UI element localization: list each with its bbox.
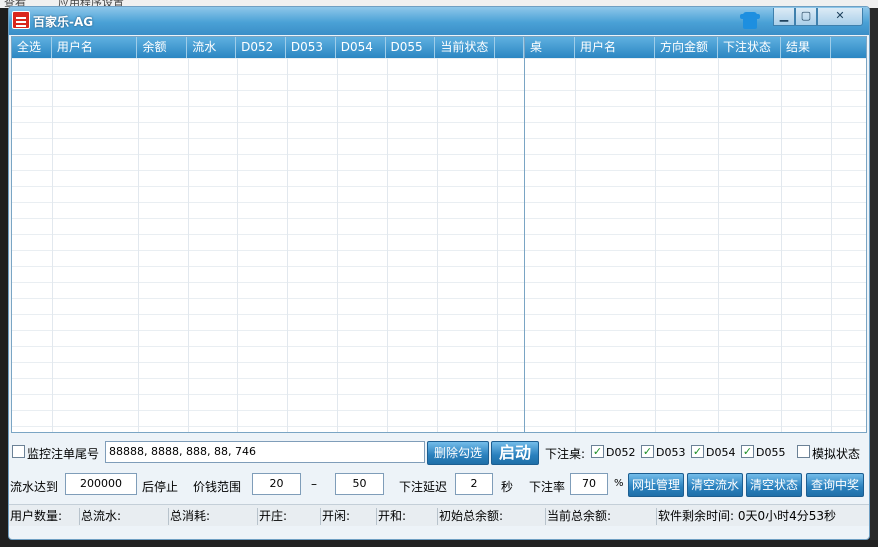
col-bet-status[interactable]: 下注状态 [718,37,781,58]
account-table[interactable]: 全选 用户名 余额 流水 D052 D053 D054 D055 当前状态 [11,36,525,433]
app-icon [12,11,30,29]
simulate-label: 模拟状态 [812,447,861,461]
shirt-icon[interactable] [740,12,760,29]
main-window: 百家乐-AG ▁ ▢ ✕ 全选 用户名 余额 流水 D052 D053 D054… [8,6,870,540]
stop-after-label: 后停止 [142,480,179,494]
tail-numbers-input[interactable]: 88888, 8888, 888, 88, 746 [105,441,425,463]
col-balance[interactable]: 余额 [137,37,188,58]
price-min-input[interactable]: 20 [252,473,301,495]
maximize-button[interactable]: ▢ [795,8,817,26]
status-bar: 用户数量: 总流水: 总消耗: 开庄: 开闲: 开和: 初始总余额: 当前总余额… [9,504,869,526]
col-select-all[interactable]: 全选 [12,37,52,58]
percent-label: % [614,478,624,489]
status-kaizhuang: 开庄: [257,508,288,525]
seconds-label: 秒 [501,480,514,494]
col-blank-right [831,37,866,58]
col-result[interactable]: 结果 [781,37,831,58]
col-direction-amount[interactable]: 方向金额 [655,37,718,58]
status-kaihe: 开和: [376,508,407,525]
bet-table[interactable]: 桌 用户名 方向金额 下注状态 结果 [524,36,867,433]
bet-rate-input[interactable]: 70 [570,473,608,495]
status-user-count: 用户数量: [10,509,63,523]
table-d054-label: D054 [706,446,736,459]
col-flow[interactable]: 流水 [187,37,237,58]
col-blank [495,37,524,58]
url-manage-button[interactable]: 网址管理 [628,473,684,497]
col-d052[interactable]: D052 [236,37,286,58]
bet-table-header: 桌 用户名 方向金额 下注状态 结果 [525,37,866,58]
col-current-status[interactable]: 当前状态 [435,37,496,58]
status-initial-total: 初始总余额: [437,508,504,525]
start-button[interactable]: 启动 [491,441,539,465]
table-d052-checkbox[interactable]: ✓ [591,445,604,458]
delay-input[interactable]: 2 [455,473,493,495]
col-table[interactable]: 桌 [525,37,575,58]
minimize-button[interactable]: ▁ [773,8,795,26]
clear-status-button[interactable]: 清空状态 [746,473,802,497]
window-title: 百家乐-AG [33,15,94,29]
title-bar[interactable]: 百家乐-AG ▁ ▢ ✕ [9,7,869,35]
col-d054[interactable]: D054 [336,37,386,58]
bet-table-label: 下注桌: [545,447,586,461]
status-remaining-time: 软件剩余时间: 0天0小时4分53秒 [656,508,837,525]
col-d055[interactable]: D055 [386,37,436,58]
col-username[interactable]: 用户名 [52,37,138,58]
status-kaixian: 开闲: [320,508,351,525]
monitor-label: 监控注单尾号 [27,447,100,461]
bet-rate-label: 下注率 [529,480,566,494]
maximize-icon: ▢ [800,9,812,22]
minimize-icon: ▁ [779,9,789,22]
table-d054-checkbox[interactable]: ✓ [691,445,704,458]
price-range-label: 价钱范围 [193,480,242,494]
background-bottom-strip [0,540,878,547]
delete-checked-button[interactable]: 删除勾选 [427,441,489,465]
background-right-strip [870,8,878,540]
status-total-consume: 总消耗: [168,508,211,525]
price-range-dash: – [311,477,317,491]
col-bet-username[interactable]: 用户名 [575,37,655,58]
delay-label: 下注延迟 [399,480,448,494]
table-d053-label: D053 [656,446,686,459]
price-max-input[interactable]: 50 [335,473,384,495]
flow-target-input[interactable]: 200000 [65,473,137,495]
query-winning-button[interactable]: 查询中奖 [806,473,864,497]
table-d055-label: D055 [756,446,786,459]
close-button[interactable]: ✕ [817,8,863,26]
clear-flow-button[interactable]: 清空流水 [687,473,743,497]
monitor-checkbox[interactable] [12,445,25,458]
flow-reach-label: 流水达到 [10,480,59,494]
col-d053[interactable]: D053 [286,37,336,58]
simulate-checkbox[interactable] [797,445,810,458]
table-d055-checkbox[interactable]: ✓ [741,445,754,458]
close-icon: ✕ [835,9,845,22]
table-d052-label: D052 [606,446,636,459]
table-d053-checkbox[interactable]: ✓ [641,445,654,458]
status-current-total: 当前总余额: [545,508,612,525]
status-total-flow: 总流水: [79,508,122,525]
account-table-header: 全选 用户名 余额 流水 D052 D053 D054 D055 当前状态 [12,37,524,58]
